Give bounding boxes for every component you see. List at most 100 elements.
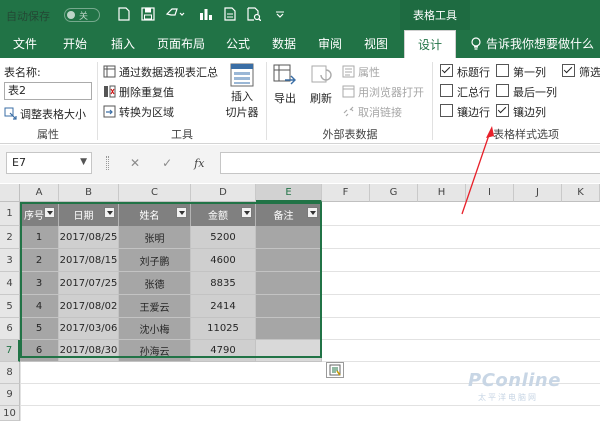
banded-rows-checkbox[interactable]: 镶边行 xyxy=(440,104,490,120)
column-header[interactable]: K xyxy=(562,184,600,202)
table-cell[interactable]: 2017/08/30 xyxy=(59,340,119,362)
table-cell[interactable]: 张德 xyxy=(119,272,191,295)
resize-table-button[interactable]: 调整表格大小 xyxy=(4,106,86,122)
export-button[interactable]: 导出 xyxy=(270,64,300,116)
remove-duplicates-button[interactable]: 删除重复值 xyxy=(103,84,174,100)
row-header[interactable]: 1 xyxy=(0,202,20,226)
tell-me-search[interactable]: 告诉我你想要做什么 xyxy=(470,30,594,58)
column-header[interactable]: E xyxy=(256,184,322,202)
header-row-checkbox[interactable]: 标题行 xyxy=(440,64,490,80)
row-header[interactable]: 2 xyxy=(0,226,20,249)
table-cell[interactable] xyxy=(256,249,322,272)
filter-dropdown-icon[interactable] xyxy=(307,207,318,218)
table-cell[interactable]: 11025 xyxy=(191,318,256,340)
row-header[interactable]: 3 xyxy=(0,249,20,272)
tab-home[interactable]: 开始 xyxy=(56,30,94,58)
row-header[interactable]: 6 xyxy=(0,318,20,340)
table-cell[interactable]: 2017/03/06 xyxy=(59,318,119,340)
table-name-input[interactable]: 表2 xyxy=(4,82,92,100)
enter-icon[interactable]: ✓ xyxy=(162,156,172,170)
row-header[interactable]: 4 xyxy=(0,272,20,295)
table-cell[interactable]: 3 xyxy=(20,272,59,295)
tab-file[interactable]: 文件 xyxy=(6,30,44,58)
table-cell[interactable]: 王爱云 xyxy=(119,295,191,318)
row-header[interactable]: 10 xyxy=(0,406,20,421)
column-header[interactable]: C xyxy=(119,184,191,202)
convert-range-icon xyxy=(103,105,116,118)
formula-input[interactable] xyxy=(220,152,600,174)
tab-view[interactable]: 视图 xyxy=(358,30,394,58)
filter-button-checkbox[interactable]: 筛选 xyxy=(562,64,600,80)
column-header[interactable]: J xyxy=(514,184,562,202)
insert-slicer-button[interactable]: 插入 切片器 xyxy=(222,62,262,124)
open-file-icon[interactable] xyxy=(222,6,238,22)
tab-insert[interactable]: 插入 xyxy=(104,30,142,58)
table-cell[interactable] xyxy=(256,340,322,362)
insert-function-icon[interactable]: fx xyxy=(194,157,204,170)
filter-dropdown-icon[interactable] xyxy=(176,207,187,218)
touch-mode-icon[interactable] xyxy=(164,6,186,22)
filter-dropdown-icon[interactable] xyxy=(44,207,55,218)
column-header[interactable]: F xyxy=(322,184,370,202)
table-cell[interactable]: 5200 xyxy=(191,226,256,249)
table-cell[interactable]: 张明 xyxy=(119,226,191,249)
table-cell[interactable]: 5 xyxy=(20,318,59,340)
table-cell[interactable]: 8835 xyxy=(191,272,256,295)
table-cell[interactable]: 4 xyxy=(20,295,59,318)
chart-icon[interactable] xyxy=(198,6,214,22)
row-header[interactable]: 7 xyxy=(0,340,20,362)
resize-handle[interactable] xyxy=(106,156,109,170)
tab-design[interactable]: 设计 xyxy=(404,30,456,59)
save-icon[interactable] xyxy=(140,6,156,22)
select-all-corner[interactable] xyxy=(0,184,20,202)
convert-to-range-button[interactable]: 转换为区域 xyxy=(103,104,174,120)
table-cell[interactable]: 4600 xyxy=(191,249,256,272)
first-column-checkbox[interactable]: 第一列 xyxy=(496,64,546,80)
table-cell[interactable]: 沈小梅 xyxy=(119,318,191,340)
tab-data[interactable]: 数据 xyxy=(266,30,302,58)
summarize-pivot-button[interactable]: 通过数据透视表汇总 xyxy=(103,64,218,80)
table-cell[interactable]: 2 xyxy=(20,249,59,272)
column-header[interactable]: A xyxy=(20,184,59,202)
customize-toolbar-icon[interactable] xyxy=(272,6,288,22)
autosave-toggle[interactable]: 关 xyxy=(64,8,100,22)
row-header[interactable]: 8 xyxy=(0,362,20,384)
column-header[interactable]: G xyxy=(370,184,418,202)
filter-dropdown-icon[interactable] xyxy=(241,207,252,218)
column-header[interactable]: B xyxy=(59,184,119,202)
unlink-button[interactable]: 取消链接 xyxy=(342,104,402,120)
new-file-icon[interactable] xyxy=(116,6,132,22)
table-cell[interactable]: 2017/08/02 xyxy=(59,295,119,318)
filter-dropdown-icon[interactable] xyxy=(104,207,115,218)
table-cell[interactable]: 1 xyxy=(20,226,59,249)
quick-analysis-button[interactable] xyxy=(326,362,344,378)
print-preview-icon[interactable] xyxy=(246,6,262,22)
table-cell[interactable] xyxy=(256,272,322,295)
banded-columns-checkbox[interactable]: 镶边列 xyxy=(496,104,546,120)
cancel-icon[interactable]: ✕ xyxy=(130,156,140,170)
chevron-down-icon[interactable]: ▼ xyxy=(80,157,87,167)
table-cell[interactable]: 2017/08/15 xyxy=(59,249,119,272)
last-column-checkbox[interactable]: 最后一列 xyxy=(496,84,557,100)
table-cell[interactable]: 6 xyxy=(20,340,59,362)
row-header[interactable]: 9 xyxy=(0,384,20,406)
table-cell[interactable]: 2017/07/25 xyxy=(59,272,119,295)
tab-review[interactable]: 审阅 xyxy=(312,30,348,58)
table-cell[interactable]: 2017/08/25 xyxy=(59,226,119,249)
tab-page-layout[interactable]: 页面布局 xyxy=(152,30,210,58)
row-header[interactable]: 5 xyxy=(0,295,20,318)
table-cell[interactable] xyxy=(256,226,322,249)
external-properties-button[interactable]: 属性 xyxy=(342,64,380,80)
name-box[interactable]: E7 ▼ xyxy=(6,152,92,174)
open-in-browser-button[interactable]: 用浏览器打开 xyxy=(342,84,424,100)
table-cell[interactable] xyxy=(256,295,322,318)
table-cell[interactable] xyxy=(256,318,322,340)
table-cell[interactable]: 4790 xyxy=(191,340,256,362)
table-cell[interactable]: 刘子鹏 xyxy=(119,249,191,272)
total-row-checkbox[interactable]: 汇总行 xyxy=(440,84,490,100)
table-cell[interactable]: 孙海云 xyxy=(119,340,191,362)
table-cell[interactable]: 2414 xyxy=(191,295,256,318)
tab-formulas[interactable]: 公式 xyxy=(220,30,256,58)
refresh-button[interactable]: 刷新 xyxy=(306,64,336,116)
column-header[interactable]: D xyxy=(191,184,256,202)
